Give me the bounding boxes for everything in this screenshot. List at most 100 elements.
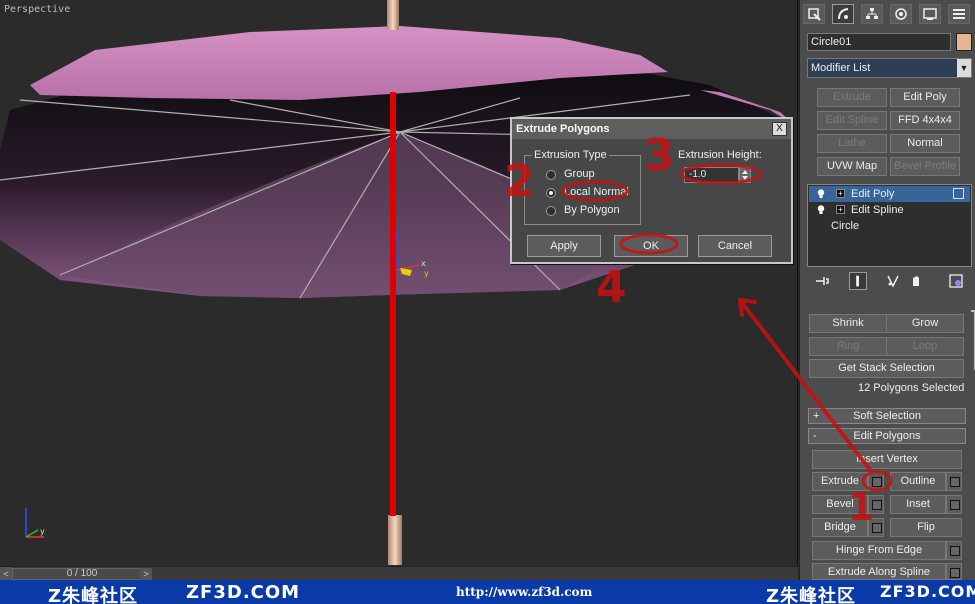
inset-settings-button[interactable]	[946, 495, 962, 514]
chevron-down-icon[interactable]: ▼	[957, 59, 971, 77]
inset-button[interactable]: Inset	[890, 495, 946, 514]
bridge-settings-button[interactable]	[868, 518, 884, 537]
command-panel: Circle01 Modifier List ▼ + Edit Poly + E…	[799, 0, 975, 580]
stack-item-toggle[interactable]	[953, 188, 964, 199]
expand-icon: +	[813, 410, 820, 422]
svg-text:x: x	[421, 259, 426, 268]
pin-stack-icon[interactable]	[813, 272, 831, 290]
bevel-button[interactable]: Bevel	[812, 495, 868, 514]
radio-button[interactable]	[546, 188, 556, 198]
create-tab-icon[interactable]	[803, 4, 825, 24]
cancel-button[interactable]: Cancel	[698, 235, 772, 257]
bridge-button[interactable]: Bridge	[812, 518, 868, 537]
axis-tripod: y	[25, 508, 45, 538]
extrusion-height-input[interactable]: -1.0	[684, 167, 739, 183]
radio-label: Local Normal	[564, 186, 629, 198]
radio-label: Group	[564, 168, 595, 180]
modifier-button-ffd-4x4x4[interactable]: FFD 4x4x4	[890, 111, 960, 130]
stack-item-label: Edit Poly	[851, 188, 895, 200]
remove-modifier-icon[interactable]	[907, 272, 925, 290]
extrude-spline-settings-button[interactable]	[946, 563, 962, 580]
stack-item-edit-poly[interactable]: + Edit Poly	[809, 186, 970, 202]
display-tab-icon[interactable]	[919, 4, 941, 24]
extrusion-height-spinner[interactable]	[739, 167, 751, 183]
time-slider[interactable]: 0 / 100	[12, 568, 152, 580]
modifier-list-label: Modifier List	[811, 62, 871, 74]
utilities-tab-icon[interactable]	[948, 4, 970, 24]
hierarchy-tab-icon[interactable]	[861, 4, 883, 24]
extrusion-type-label: Extrusion Type	[532, 149, 609, 161]
ok-button[interactable]: OK	[614, 235, 688, 257]
modifier-button-extrude[interactable]: Extrude	[817, 88, 887, 107]
object-color-swatch[interactable]	[956, 33, 972, 51]
show-end-result-icon[interactable]	[849, 272, 867, 290]
soft-selection-rollout[interactable]: + Soft Selection	[808, 408, 966, 424]
radio-label: By Polygon	[564, 204, 620, 216]
radio-button[interactable]	[546, 206, 556, 216]
stack-toolbar	[807, 272, 972, 292]
modifier-list-dropdown[interactable]: Modifier List ▼	[807, 58, 972, 78]
loop-button[interactable]: Loop	[886, 337, 964, 356]
shrink-button[interactable]: Shrink	[809, 314, 887, 333]
modifier-button-uvw-map[interactable]: UVW Map	[817, 157, 887, 176]
stack-item-label: Circle	[831, 220, 860, 232]
selection-status: 12 Polygons Selected	[858, 382, 965, 394]
expand-icon[interactable]: +	[836, 189, 845, 198]
time-slider-bar: < 0 / 100 >	[0, 566, 798, 581]
collapse-icon: -	[813, 430, 817, 442]
outline-button[interactable]: Outline	[890, 472, 946, 491]
rollout-title: Edit Polygons	[853, 430, 921, 442]
hinge-from-edge-button[interactable]: Hinge From Edge	[812, 541, 946, 560]
insert-vertex-button[interactable]: Insert Vertex	[812, 450, 962, 469]
watermark-logo-en: ZF3D.COM	[186, 582, 301, 603]
lightbulb-icon[interactable]	[817, 205, 825, 214]
umbrella-scene: x y y	[0, 0, 795, 565]
extrusion-height-label: Extrusion Height:	[678, 149, 762, 161]
make-unique-icon[interactable]	[885, 272, 903, 290]
expand-icon[interactable]: +	[836, 205, 845, 214]
watermark-logo-en: ZF3D.COM	[880, 582, 975, 601]
stack-item-edit-spline[interactable]: + Edit Spline	[809, 202, 970, 218]
watermark-url: http://www.zf3d.com	[456, 585, 593, 599]
edit-poly-rollouts: Shrink Grow Ring Loop Get Stack Selectio…	[804, 312, 974, 580]
bevel-settings-button[interactable]	[868, 495, 884, 514]
svg-text:y: y	[40, 527, 45, 536]
extrude-button[interactable]: Extrude	[812, 472, 868, 491]
lightbulb-icon[interactable]	[817, 189, 825, 198]
outline-settings-button[interactable]	[946, 472, 962, 491]
edit-polygons-rollout[interactable]: - Edit Polygons	[808, 428, 966, 444]
prev-frame-button[interactable]: <	[0, 567, 12, 581]
modifier-button-bevel-profile[interactable]: Bevel Profile	[890, 157, 960, 176]
modifier-button-edit-spline[interactable]: Edit Spline	[817, 111, 887, 130]
modify-tab-icon[interactable]	[832, 4, 854, 24]
close-icon[interactable]: X	[772, 122, 787, 136]
apply-button[interactable]: Apply	[527, 235, 601, 257]
dialog-title[interactable]: Extrude Polygons	[512, 119, 791, 139]
radio-button[interactable]	[546, 170, 556, 180]
watermark-logo-cn: Z朱峰社区	[48, 586, 139, 604]
grow-button[interactable]: Grow	[886, 314, 964, 333]
modifier-button-normal[interactable]: Normal	[890, 134, 960, 153]
watermark-logo-cn: Z朱峰社区	[766, 586, 857, 604]
extrude-settings-button[interactable]	[868, 472, 884, 491]
3dsmax-window: x y y Perspective < 0 / 100 > Circle01 M…	[0, 0, 975, 604]
perspective-viewport[interactable]: x y y Perspective	[0, 0, 798, 566]
modifier-button-edit-poly[interactable]: Edit Poly	[890, 88, 960, 107]
ring-button[interactable]: Ring	[809, 337, 887, 356]
stack-item-circle[interactable]: Circle	[809, 218, 970, 234]
hinge-settings-button[interactable]	[946, 541, 962, 560]
svg-text:y: y	[424, 269, 429, 278]
stack-item-label: Edit Spline	[851, 204, 904, 216]
motion-tab-icon[interactable]	[890, 4, 912, 24]
extrude-along-spline-button[interactable]: Extrude Along Spline	[812, 563, 946, 580]
get-stack-selection-button[interactable]: Get Stack Selection	[809, 359, 964, 378]
flip-button[interactable]: Flip	[890, 518, 962, 537]
command-panel-tabs	[800, 0, 975, 28]
modifier-button-lathe[interactable]: Lathe	[817, 134, 887, 153]
extrude-polygons-dialog: Extrude Polygons X Extrusion Type Extrus…	[510, 117, 793, 264]
viewport-label[interactable]: Perspective	[4, 4, 70, 15]
modifier-stack[interactable]: + Edit Poly + Edit Spline Circle	[807, 184, 972, 267]
next-frame-button[interactable]: >	[140, 568, 152, 580]
object-name-field[interactable]: Circle01	[807, 33, 951, 51]
configure-sets-icon[interactable]	[947, 272, 965, 290]
